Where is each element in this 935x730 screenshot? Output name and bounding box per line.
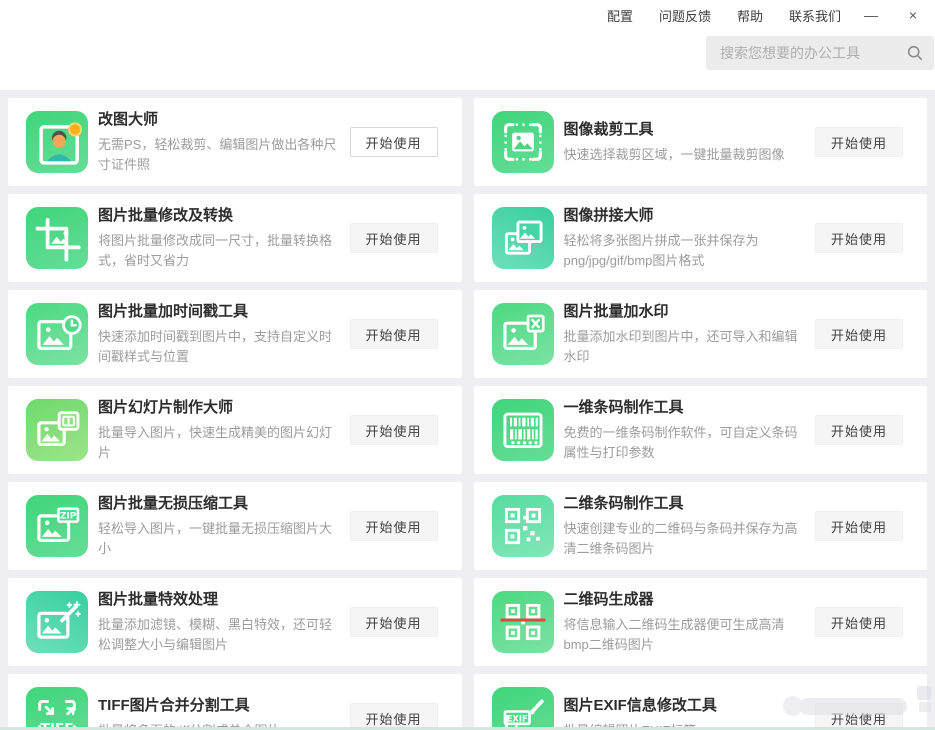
qr-generator-icon bbox=[492, 591, 554, 653]
start-using-button[interactable]: 开始使用 bbox=[350, 223, 438, 253]
tool-text: 一维条码制作工具免费的一维条码制作软件，可自定义条码属性与打印参数 bbox=[564, 398, 808, 463]
tool-card: 图片幻灯片制作大师批量导入图片，快速生成精美的图片幻灯片开始使用 bbox=[8, 386, 462, 474]
tool-card: 二维码生成器将信息输入二维码生成器便可生成高清bmp二维码图片开始使用 bbox=[474, 578, 928, 666]
tool-card: 图片批量加水印批量添加水印到图片中，还可导入和编辑水印开始使用 bbox=[474, 290, 928, 378]
tiff-split-icon: TIFF bbox=[26, 687, 88, 730]
tool-text: 图片批量加水印批量添加水印到图片中，还可导入和编辑水印 bbox=[564, 302, 808, 367]
menu-item-3[interactable]: 联系我们 bbox=[789, 6, 841, 25]
start-using-button[interactable]: 开始使用 bbox=[350, 127, 438, 157]
crop-image-icon bbox=[492, 111, 554, 173]
tool-text: 图像裁剪工具快速选择裁剪区域，一键批量裁剪图像 bbox=[564, 120, 808, 165]
content-area: 改图大师无需PS，轻松裁剪、编辑图片做出各种尺寸证件照开始使用图像裁剪工具快速选… bbox=[0, 90, 935, 730]
tool-card: 二维条码制作工具快速创建专业的二维码与条码并保存为高清二维条码图片开始使用 bbox=[474, 482, 928, 570]
tool-description: 快速添加时间戳到图片中，支持自定义时间戳样式与位置 bbox=[98, 327, 342, 367]
tool-description: 将信息输入二维码生成器便可生成高清bmp二维码图片 bbox=[564, 615, 808, 655]
tool-card: EXIF 图片EXIF信息修改工具批量编辑照片EXIF标签开始使用 bbox=[474, 674, 928, 730]
menu-item-0[interactable]: 配置 bbox=[607, 6, 633, 25]
tool-text: 图像拼接大师轻松将多张图片拼成一张并保存为png/jpg/gif/bmp图片格式 bbox=[564, 206, 808, 271]
tool-title: 图片批量特效处理 bbox=[98, 590, 342, 610]
tool-text: 图片批量特效处理批量添加滤镜、模糊、黑白特效，还可轻松调整大小与编辑图片 bbox=[98, 590, 342, 655]
resize-convert-icon bbox=[26, 207, 88, 269]
tool-title: 图片批量加时间戳工具 bbox=[98, 302, 342, 322]
start-using-button[interactable]: 开始使用 bbox=[815, 703, 903, 730]
start-using-button[interactable]: 开始使用 bbox=[815, 607, 903, 637]
slideshow-icon bbox=[26, 399, 88, 461]
window-controls: — × bbox=[863, 8, 921, 22]
tool-title: 图片批量加水印 bbox=[564, 302, 808, 322]
start-using-button[interactable]: 开始使用 bbox=[350, 319, 438, 349]
tool-text: 图片EXIF信息修改工具批量编辑照片EXIF标签 bbox=[564, 696, 808, 730]
tool-title: 图片幻灯片制作大师 bbox=[98, 398, 342, 418]
start-using-button[interactable]: 开始使用 bbox=[815, 511, 903, 541]
start-using-button[interactable]: 开始使用 bbox=[815, 319, 903, 349]
tool-text: 二维码生成器将信息输入二维码生成器便可生成高清bmp二维码图片 bbox=[564, 590, 808, 655]
close-button[interactable]: × bbox=[905, 8, 921, 22]
tool-text: 图片幻灯片制作大师批量导入图片，快速生成精美的图片幻灯片 bbox=[98, 398, 342, 463]
tool-description: 轻松将多张图片拼成一张并保存为png/jpg/gif/bmp图片格式 bbox=[564, 231, 808, 271]
search-input[interactable] bbox=[718, 44, 906, 62]
tool-card: TIFF TIFF图片合并分割工具批量将多页的tiff分割成单个图片开始使用 bbox=[8, 674, 462, 730]
tool-title: 图片批量修改及转换 bbox=[98, 206, 342, 226]
exif-edit-icon: EXIF bbox=[492, 687, 554, 730]
svg-text:EXIF: EXIF bbox=[506, 713, 527, 723]
start-using-button[interactable]: 开始使用 bbox=[815, 223, 903, 253]
barcode-1d-icon bbox=[492, 399, 554, 461]
start-using-button[interactable]: 开始使用 bbox=[350, 511, 438, 541]
tool-description: 批量导入图片，快速生成精美的图片幻灯片 bbox=[98, 423, 342, 463]
start-using-button[interactable]: 开始使用 bbox=[815, 127, 903, 157]
id-photo-icon bbox=[26, 111, 88, 173]
tool-description: 快速创建专业的二维码与条码并保存为高清二维条码图片 bbox=[564, 519, 808, 559]
tool-title: 图像裁剪工具 bbox=[564, 120, 808, 140]
tool-text: 图片批量加时间戳工具快速添加时间戳到图片中，支持自定义时间戳样式与位置 bbox=[98, 302, 342, 367]
start-using-button[interactable]: 开始使用 bbox=[815, 415, 903, 445]
tool-title: 二维条码制作工具 bbox=[564, 494, 808, 514]
tool-title: 一维条码制作工具 bbox=[564, 398, 808, 418]
tool-description: 批量添加水印到图片中，还可导入和编辑水印 bbox=[564, 327, 808, 367]
top-menu: 配置 问题反馈 帮助 联系我们 bbox=[607, 6, 841, 25]
start-using-button[interactable]: 开始使用 bbox=[350, 703, 438, 730]
tool-card: 图片批量加时间戳工具快速添加时间戳到图片中，支持自定义时间戳样式与位置开始使用 bbox=[8, 290, 462, 378]
tool-card: 图像裁剪工具快速选择裁剪区域，一键批量裁剪图像开始使用 bbox=[474, 98, 928, 186]
tool-card: 改图大师无需PS，轻松裁剪、编辑图片做出各种尺寸证件照开始使用 bbox=[8, 98, 462, 186]
tool-card: 图片批量修改及转换将图片批量修改成同一尺寸，批量转换格式，省时又省力开始使用 bbox=[8, 194, 462, 282]
menu-item-2[interactable]: 帮助 bbox=[737, 6, 763, 25]
qr-barcode-icon bbox=[492, 495, 554, 557]
tool-card: 一维条码制作工具免费的一维条码制作软件，可自定义条码属性与打印参数开始使用 bbox=[474, 386, 928, 474]
tool-description: 轻松导入图片，一键批量无损压缩图片大小 bbox=[98, 519, 342, 559]
minimize-button[interactable]: — bbox=[863, 8, 879, 22]
tool-description: 快速选择裁剪区域，一键批量裁剪图像 bbox=[564, 145, 808, 165]
tool-text: 图片批量修改及转换将图片批量修改成同一尺寸，批量转换格式，省时又省力 bbox=[98, 206, 342, 271]
tool-text: 二维条码制作工具快速创建专业的二维码与条码并保存为高清二维条码图片 bbox=[564, 494, 808, 559]
tool-card: 图片批量特效处理批量添加滤镜、模糊、黑白特效，还可轻松调整大小与编辑图片开始使用 bbox=[8, 578, 462, 666]
tool-card: ZIP 图片批量无损压缩工具轻松导入图片，一键批量无损压缩图片大小开始使用 bbox=[8, 482, 462, 570]
tool-title: 图片EXIF信息修改工具 bbox=[564, 696, 808, 716]
tool-card: 图像拼接大师轻松将多张图片拼成一张并保存为png/jpg/gif/bmp图片格式… bbox=[474, 194, 928, 282]
tool-text: 改图大师无需PS，轻松裁剪、编辑图片做出各种尺寸证件照 bbox=[98, 110, 342, 175]
tool-description: 将图片批量修改成同一尺寸，批量转换格式，省时又省力 bbox=[98, 231, 342, 271]
tool-description: 无需PS，轻松裁剪、编辑图片做出各种尺寸证件照 bbox=[98, 135, 342, 175]
menu-item-1[interactable]: 问题反馈 bbox=[659, 6, 711, 25]
tool-title: 改图大师 bbox=[98, 110, 342, 130]
watermark-x-icon bbox=[492, 303, 554, 365]
magic-effects-icon bbox=[26, 591, 88, 653]
tool-description: 免费的一维条码制作软件，可自定义条码属性与打印参数 bbox=[564, 423, 808, 463]
search-icon[interactable] bbox=[906, 44, 924, 62]
tool-title: 图片批量无损压缩工具 bbox=[98, 494, 342, 514]
tool-text: TIFF图片合并分割工具批量将多页的tiff分割成单个图片 bbox=[98, 696, 342, 730]
stitch-images-icon bbox=[492, 207, 554, 269]
tool-grid: 改图大师无需PS，轻松裁剪、编辑图片做出各种尺寸证件照开始使用图像裁剪工具快速选… bbox=[8, 98, 927, 730]
svg-text:ZIP: ZIP bbox=[60, 511, 77, 521]
tool-text: 图片批量无损压缩工具轻松导入图片，一键批量无损压缩图片大小 bbox=[98, 494, 342, 559]
tool-title: 二维码生成器 bbox=[564, 590, 808, 610]
search-box[interactable] bbox=[706, 36, 934, 70]
title-bar: 配置 问题反馈 帮助 联系我们 — × bbox=[0, 0, 935, 26]
tool-title: 图像拼接大师 bbox=[564, 206, 808, 226]
tool-description: 批量添加滤镜、模糊、黑白特效，还可轻松调整大小与编辑图片 bbox=[98, 615, 342, 655]
timestamp-icon bbox=[26, 303, 88, 365]
start-using-button[interactable]: 开始使用 bbox=[350, 607, 438, 637]
start-using-button[interactable]: 开始使用 bbox=[350, 415, 438, 445]
zip-compress-icon: ZIP bbox=[26, 495, 88, 557]
tool-title: TIFF图片合并分割工具 bbox=[98, 696, 342, 716]
